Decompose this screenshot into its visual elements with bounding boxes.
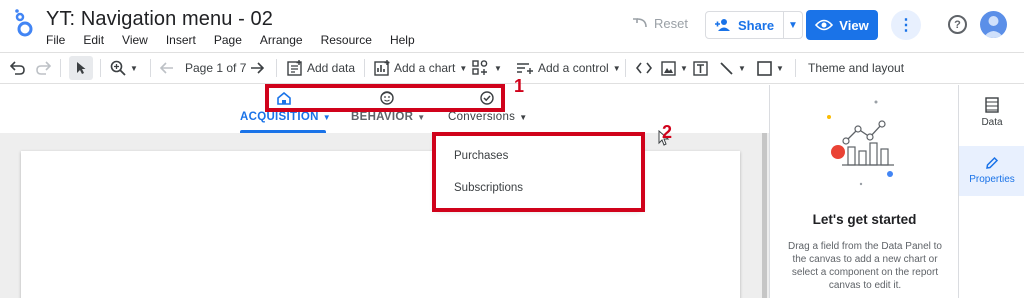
image-icon[interactable]: ▼	[661, 53, 688, 83]
add-chart-button[interactable]: Add a chart ▼	[374, 53, 467, 83]
app-header: YT: Navigation menu - 02 File Edit View …	[0, 0, 1024, 52]
add-chart-icon	[374, 60, 390, 76]
menu-page[interactable]: Page	[214, 33, 242, 47]
more-options-icon[interactable]: ⋮	[891, 10, 921, 40]
right-side-tabs: Data Properties	[958, 85, 1024, 298]
theme-and-layout-button[interactable]: Theme and layout	[808, 53, 904, 83]
tab-acquisition-label: ACQUISITION	[240, 111, 319, 123]
add-chart-label: Add a chart	[394, 61, 456, 75]
side-tab-properties-label: Properties	[969, 174, 1015, 185]
menu-help[interactable]: Help	[390, 33, 415, 47]
pencil-icon	[986, 156, 999, 169]
help-icon[interactable]: ?	[948, 15, 967, 34]
chevron-down-icon: ▼	[322, 112, 331, 122]
canvas-scrollbar[interactable]	[762, 133, 767, 298]
reset-button[interactable]: Reset	[632, 16, 688, 31]
reset-icon	[633, 17, 647, 27]
active-tab-indicator	[240, 130, 326, 133]
redo-icon[interactable]	[35, 53, 51, 83]
shape-icon[interactable]: ▼	[757, 53, 784, 83]
page-indicator[interactable]: Page 1 of 7	[185, 53, 246, 83]
eye-icon	[815, 19, 834, 31]
share-label: Share	[738, 17, 775, 33]
avatar[interactable]	[980, 11, 1007, 38]
next-page-icon[interactable]	[250, 53, 264, 83]
editor-toolbar: ▼ Page 1 of 7 Add data Add a chart ▼ ▼ A…	[0, 52, 1024, 84]
menu-resource[interactable]: Resource	[321, 33, 372, 47]
reset-label: Reset	[654, 16, 688, 31]
add-data-icon	[287, 60, 302, 76]
looker-studio-editor: YT: Navigation menu - 02 File Edit View …	[0, 0, 1024, 298]
user-avatar-icon	[983, 16, 1004, 38]
annotation-box-2	[432, 132, 645, 212]
properties-panel: Let's get started Drag a field from the …	[769, 85, 958, 298]
add-control-button[interactable]: Add a control ▼	[516, 53, 621, 83]
add-control-icon	[517, 63, 533, 74]
get-started-title: Let's get started	[812, 212, 917, 227]
text-box-icon[interactable]	[693, 53, 708, 83]
annotation-marker-1: 1	[514, 76, 525, 96]
share-dropdown-icon[interactable]: ▼	[784, 20, 802, 31]
share-button[interactable]: Share ▼	[705, 11, 803, 39]
embed-code-icon[interactable]	[636, 53, 652, 83]
tab-acquisition[interactable]: ACQUISITION ▼	[240, 111, 331, 123]
zoom-icon[interactable]: ▼	[110, 53, 138, 83]
community-visualizations-icon[interactable]: ▼	[472, 53, 502, 83]
get-started-illustration-icon	[827, 100, 894, 186]
tab-behavior-label: BEHAVIOR	[351, 111, 414, 123]
add-data-button[interactable]: Add data	[287, 53, 355, 83]
tab-conversions-label: Conversions	[448, 111, 516, 123]
line-icon[interactable]: ▼	[719, 53, 746, 83]
chevron-down-icon: ▼	[519, 112, 528, 122]
add-data-label: Add data	[307, 61, 356, 75]
side-tab-data[interactable]: Data	[959, 97, 1024, 141]
tab-behavior[interactable]: BEHAVIOR ▼	[351, 111, 425, 123]
get-started-description: Drag a field from the Data Panel to the …	[788, 241, 942, 291]
menu-file[interactable]: File	[46, 33, 65, 47]
menu-bar: File Edit View Insert Page Arrange Resou…	[46, 33, 433, 47]
view-button[interactable]: View	[806, 10, 878, 40]
add-person-icon	[715, 19, 730, 31]
select-cursor-icon[interactable]	[69, 56, 93, 80]
menu-edit[interactable]: Edit	[83, 33, 104, 47]
tab-conversions[interactable]: Conversions ▼	[448, 111, 527, 123]
menu-view[interactable]: View	[122, 33, 148, 47]
annotation-box-1	[265, 84, 505, 112]
report-title[interactable]: YT: Navigation menu - 02	[46, 8, 273, 31]
undo-icon[interactable]	[10, 53, 26, 83]
side-tab-data-label: Data	[981, 117, 1003, 128]
menu-insert[interactable]: Insert	[166, 33, 196, 47]
add-control-label: Add a control	[538, 61, 609, 75]
annotation-marker-2: 2	[662, 122, 673, 142]
view-label: View	[839, 17, 869, 33]
side-tab-properties[interactable]: Properties	[959, 146, 1024, 196]
chevron-down-icon: ▼	[417, 112, 426, 122]
menu-arrange[interactable]: Arrange	[260, 33, 303, 47]
looker-studio-logo-icon[interactable]	[12, 8, 38, 38]
previous-page-icon[interactable]	[160, 53, 174, 83]
data-icon	[985, 97, 999, 113]
